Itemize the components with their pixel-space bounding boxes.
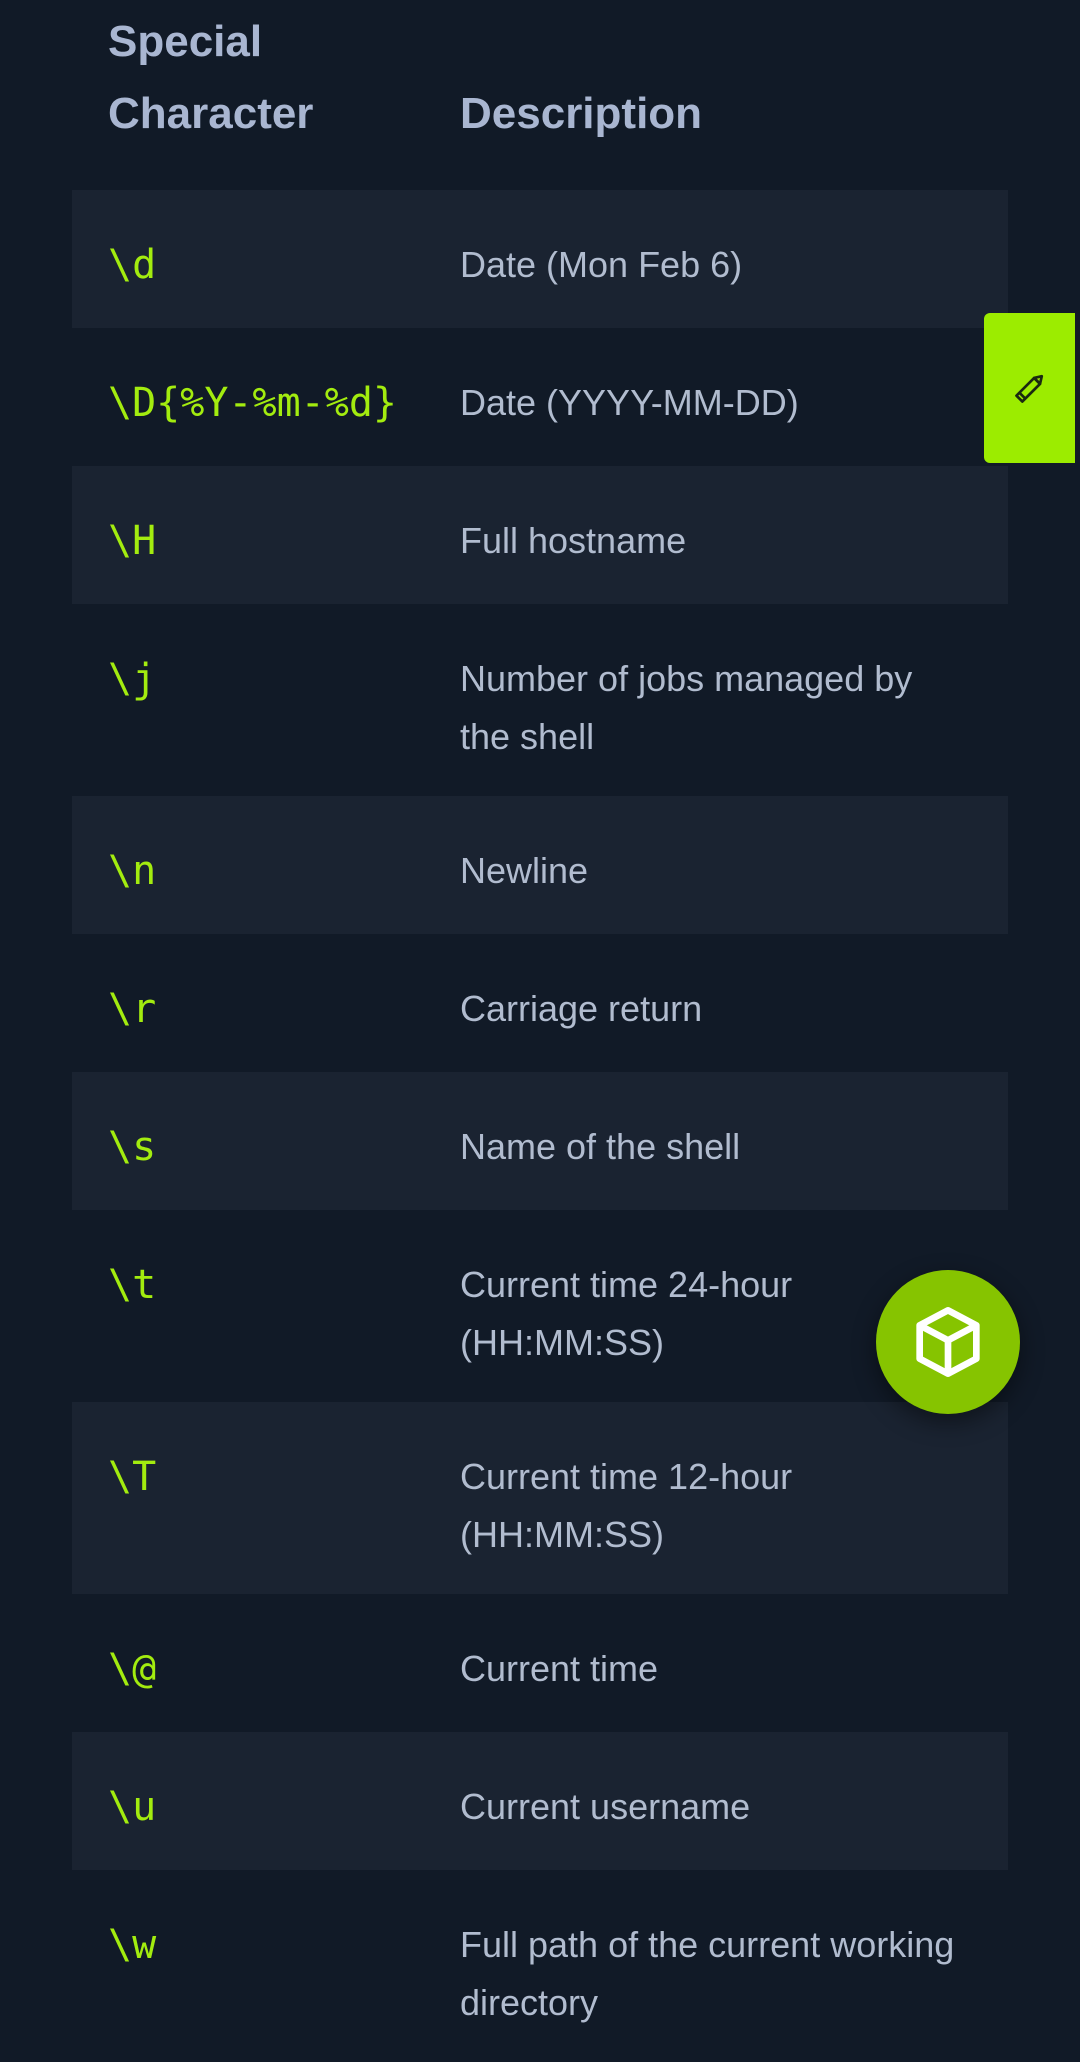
cell-code: \s	[108, 1124, 157, 1170]
table-row: \w Full path of the current working dire…	[72, 1870, 1008, 2062]
cell-code: \T	[108, 1454, 157, 1500]
cell-code: \n	[108, 848, 157, 894]
cell-code: \H	[108, 518, 157, 564]
table-row: \d Date (Mon Feb 6)	[72, 190, 1008, 328]
table-row: \D{%Y-%m-%d} Date (YYYY-MM-DD)	[72, 328, 1008, 466]
table-row: \j Number of jobs managed by the shell	[72, 604, 1008, 796]
table-row: \H Full hostname	[72, 466, 1008, 604]
cell-code: \u	[108, 1784, 157, 1830]
cell-description: Name of the shell	[460, 1126, 741, 1167]
table-row: \t Current time 24-hour (HH:MM:SS)	[72, 1210, 1008, 1402]
cell-description: Current time	[460, 1648, 659, 1689]
cell-code: \r	[108, 986, 157, 1032]
table-row: \@ Current time	[72, 1594, 1008, 1732]
cell-description: Current username	[460, 1786, 751, 1827]
table-row: \r Carriage return	[72, 934, 1008, 1072]
cell-code: \t	[108, 1262, 157, 1308]
table-row: \s Name of the shell	[72, 1072, 1008, 1210]
cell-code: \D{%Y-%m-%d}	[108, 380, 397, 426]
table-row: \n Newline	[72, 796, 1008, 934]
cell-code: \@	[108, 1646, 157, 1692]
pencil-icon	[1014, 374, 1043, 403]
cell-description: Date (YYYY-MM-DD)	[460, 382, 799, 423]
cell-code: \d	[108, 242, 157, 288]
header-special-character: Special Character	[72, 6, 460, 150]
cell-code: \j	[108, 656, 157, 702]
table-header: Special Character Description	[72, 0, 1008, 190]
cell-description: Carriage return	[460, 988, 703, 1029]
special-characters-table: Special Character Description \d Date (M…	[72, 0, 1008, 2062]
table-row: \T Current time 12-hour (HH:MM:SS)	[72, 1402, 1008, 1594]
edit-page-button[interactable]	[984, 313, 1075, 463]
header-special-line1: Special	[108, 17, 263, 66]
header-special-line2: Character	[108, 89, 314, 138]
header-description: Description	[460, 89, 703, 138]
floating-action-button[interactable]	[876, 1270, 1020, 1414]
cube-icon	[916, 1307, 980, 1377]
cell-description: Number of jobs managed by the shell	[460, 658, 913, 757]
cell-description: Newline	[460, 850, 589, 891]
cell-description: Current time 12-hour (HH:MM:SS)	[460, 1456, 793, 1555]
table-row: \u Current username	[72, 1732, 1008, 1870]
cell-description: Date (Mon Feb 6)	[460, 244, 743, 285]
cell-description: Full hostname	[460, 520, 687, 561]
cell-code: \w	[108, 1922, 157, 1968]
cell-description: Full path of the current working directo…	[460, 1924, 955, 2023]
